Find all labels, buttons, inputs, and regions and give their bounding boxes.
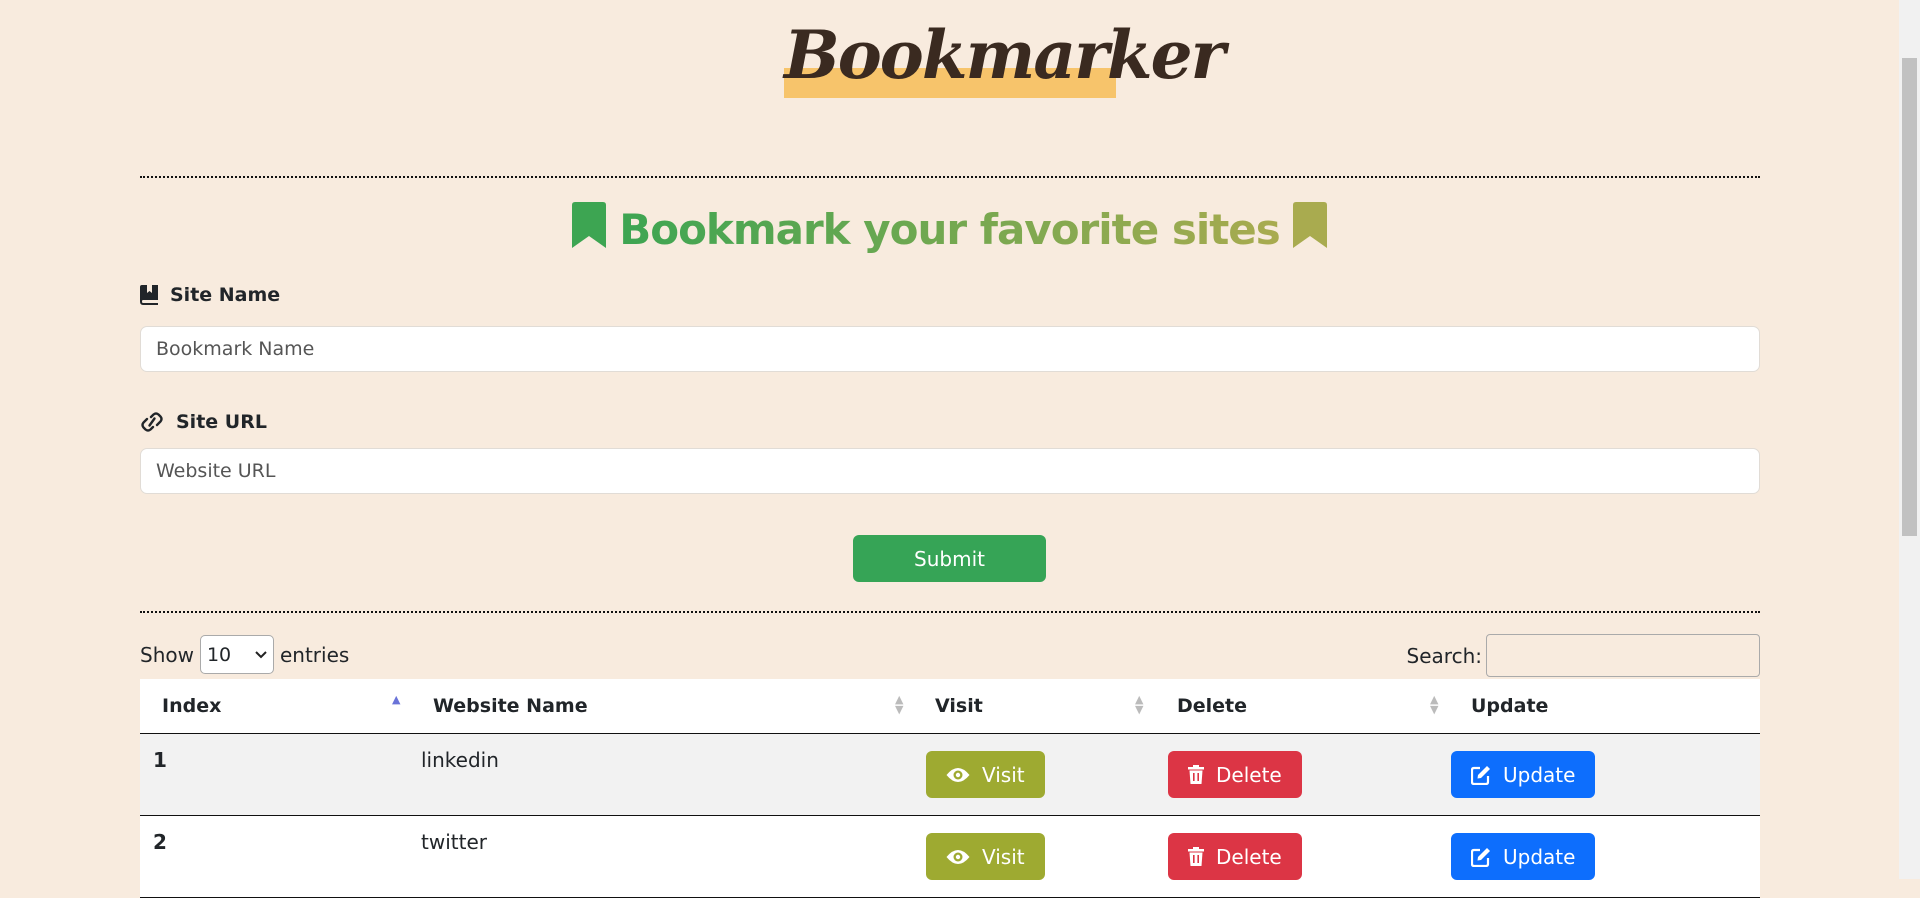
show-label: Show <box>140 642 194 667</box>
cell-update: Update <box>1449 733 1760 816</box>
headline-text: Bookmark your favorite sites <box>619 205 1281 254</box>
table-row: 1 linkedin Visit Delete Update <box>140 733 1760 816</box>
table-search: Search: <box>1407 634 1760 677</box>
page: Bookmarker Bookmark your favorite sites … <box>0 0 1899 898</box>
cell-index: 2 <box>140 815 411 898</box>
site-url-input[interactable] <box>140 448 1760 494</box>
delete-button[interactable]: Delete <box>1168 751 1302 798</box>
headline: Bookmark your favorite sites <box>0 202 1899 258</box>
cell-visit: Visit <box>913 733 1155 816</box>
sort-icon: ▼ <box>1430 703 1439 716</box>
cell-delete: Delete <box>1155 815 1449 898</box>
table-header-row: Index ▲ Website Name ▲ ▼ Visit ▲ ▼ Delete … <box>140 679 1760 734</box>
logo-text: Bookmarker <box>784 16 1225 94</box>
col-header-website-name[interactable]: Website Name ▲ ▼ <box>411 679 913 734</box>
submit-button[interactable]: Submit <box>853 535 1046 582</box>
trash-icon <box>1188 765 1204 784</box>
show-entries-control: Show 10 entries <box>140 635 349 674</box>
top-divider <box>140 176 1760 178</box>
bookmark-icon <box>571 202 606 248</box>
book-bookmark-icon <box>140 285 158 305</box>
search-label: Search: <box>1406 643 1482 668</box>
site-name-input[interactable] <box>140 326 1760 372</box>
site-name-label: Site Name <box>140 284 280 306</box>
sort-indicator: ▲ <box>392 693 401 706</box>
update-button[interactable]: Update <box>1451 833 1596 880</box>
eye-icon <box>946 849 970 864</box>
sort-icon: ▼ <box>895 703 904 716</box>
site-name-label-text: Site Name <box>170 284 281 306</box>
entries-select[interactable]: 10 <box>199 635 274 674</box>
update-button[interactable]: Update <box>1451 751 1596 798</box>
entries-label: entries <box>279 642 350 667</box>
chevron-down-icon <box>255 650 267 658</box>
link-icon <box>141 412 163 432</box>
edit-icon <box>1471 847 1490 867</box>
site-url-label: Site URL <box>140 411 267 433</box>
logo: Bookmarker <box>784 10 1225 98</box>
site-url-label-text: Site URL <box>176 411 267 433</box>
sort-indicator: ▲ ▼ <box>1430 694 1439 716</box>
col-header-delete[interactable]: Delete ▲ ▼ <box>1155 679 1449 734</box>
sort-indicator: ▲ ▼ <box>1135 694 1144 716</box>
edit-icon <box>1471 765 1490 785</box>
col-header-update[interactable]: Update <box>1449 679 1760 734</box>
col-header-visit[interactable]: Visit ▲ ▼ <box>913 679 1155 734</box>
cell-website-name: linkedin <box>411 733 913 816</box>
delete-button[interactable]: Delete <box>1168 833 1302 880</box>
entries-select-value: 10 <box>206 643 232 666</box>
visit-button[interactable]: Visit <box>926 751 1045 798</box>
cell-website-name: twitter <box>411 815 913 898</box>
cell-index: 1 <box>140 733 411 816</box>
search-input[interactable] <box>1486 634 1760 677</box>
sort-asc-icon: ▲ <box>392 693 401 706</box>
table-row: 2 twitter Visit Delete Update <box>140 815 1760 898</box>
eye-icon <box>946 767 970 782</box>
col-header-index[interactable]: Index ▲ <box>140 679 411 734</box>
cell-update: Update <box>1449 815 1760 898</box>
bottom-divider <box>140 611 1760 613</box>
cell-delete: Delete <box>1155 733 1449 816</box>
trash-icon <box>1188 847 1204 866</box>
sort-icon: ▼ <box>1135 703 1144 716</box>
cell-visit: Visit <box>913 815 1155 898</box>
sort-indicator: ▲ ▼ <box>895 694 904 716</box>
bookmark-icon <box>1293 202 1328 248</box>
bookmarks-table: Index ▲ Website Name ▲ ▼ Visit ▲ ▼ Delete … <box>140 679 1760 898</box>
scrollbar-thumb[interactable] <box>1902 58 1917 536</box>
visit-button[interactable]: Visit <box>926 833 1045 880</box>
page-scrollbar[interactable] <box>1899 0 1920 879</box>
